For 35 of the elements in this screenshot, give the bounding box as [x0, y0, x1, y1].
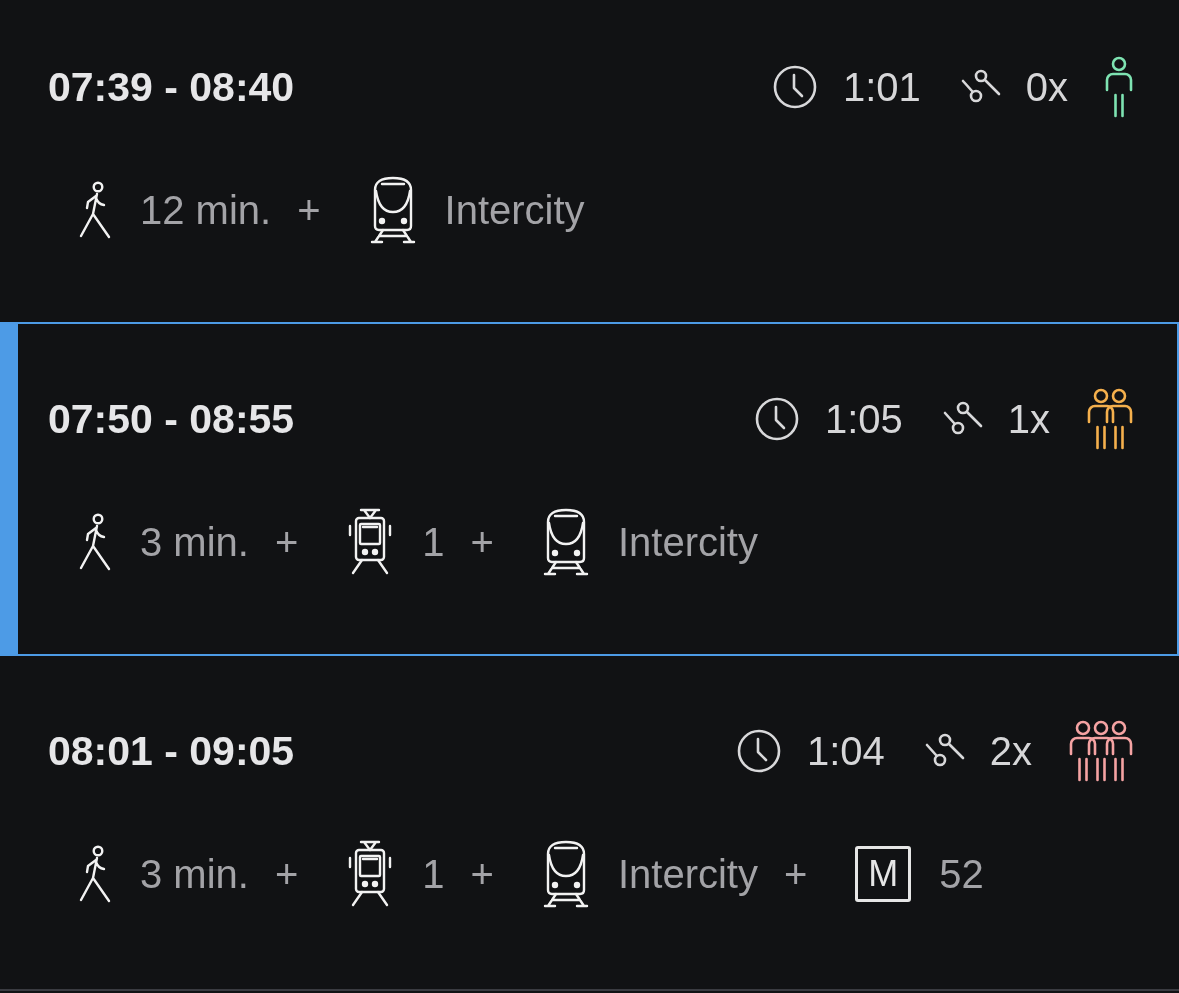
transfer-count: 0x	[1025, 67, 1068, 107]
duration: 1:05	[824, 399, 903, 439]
walk-duration: 12 min.	[140, 190, 272, 230]
plus-sign: +	[274, 522, 299, 562]
metro-badge: M	[855, 846, 912, 902]
plus-sign: +	[470, 522, 494, 562]
line-number: 1	[422, 522, 445, 562]
train-type: Intercity	[444, 190, 585, 230]
duration: 1:01	[842, 67, 921, 107]
clock-icon	[754, 397, 799, 441]
time-range: 07:50 - 08:55	[48, 398, 295, 440]
plus-sign: +	[297, 190, 321, 230]
trip-row[interactable]: 07:50 - 08:55 1:05 1x 3 min. + 1 + Intercity	[0, 322, 1179, 656]
walk-duration: 3 min.	[140, 522, 249, 562]
line-number: 1	[422, 854, 445, 894]
train-type: Intercity	[617, 854, 758, 894]
train-icon	[541, 840, 590, 908]
plus-sign: +	[274, 854, 299, 894]
time-range: 08:01 - 09:05	[48, 730, 295, 772]
walking-person-icon	[78, 181, 112, 239]
walking-person-icon	[78, 513, 112, 571]
walk-duration: 3 min.	[140, 854, 249, 894]
plus-sign: +	[470, 854, 494, 894]
duration: 1:04	[806, 731, 885, 771]
plus-sign: +	[783, 854, 808, 894]
train-type: Intercity	[617, 522, 758, 562]
walking-person-icon	[78, 845, 112, 903]
line-number: 52	[939, 854, 984, 894]
time-range: 07:39 - 08:40	[48, 66, 295, 108]
transfer-count: 1x	[1007, 399, 1050, 439]
transfer-count: 2x	[989, 731, 1032, 771]
clock-icon	[736, 729, 781, 773]
clock-icon	[772, 65, 817, 109]
train-icon	[368, 176, 417, 244]
train-icon	[541, 508, 590, 576]
